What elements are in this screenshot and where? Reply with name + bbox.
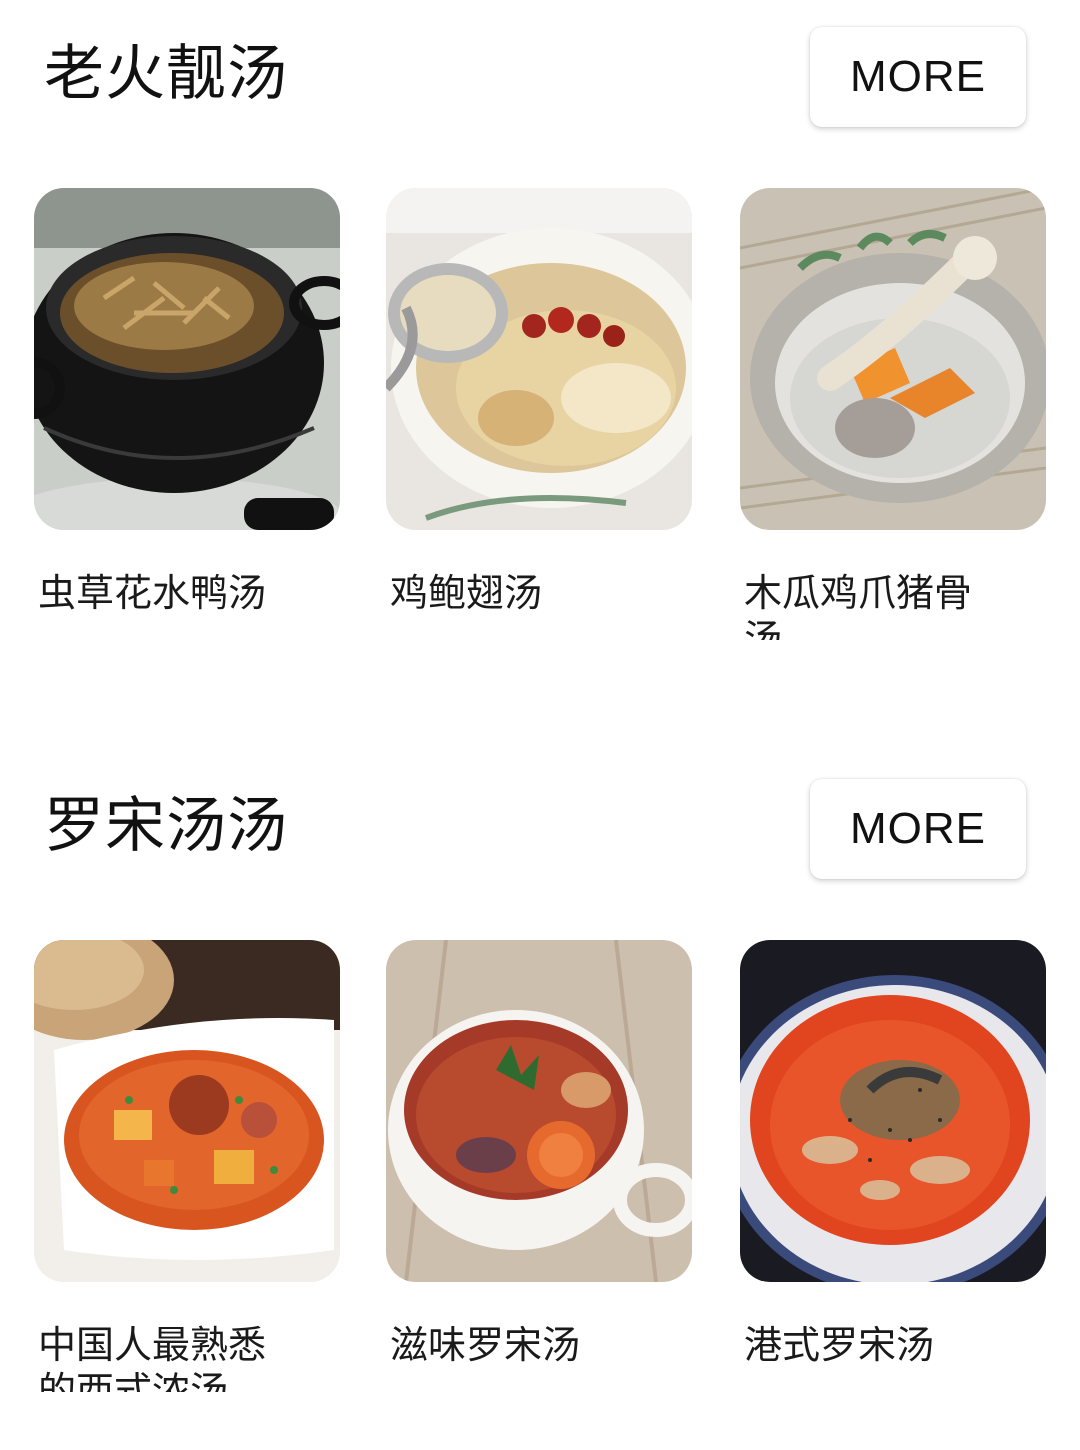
recipe-label[interactable]: 虫草花水鸭汤 — [38, 570, 288, 640]
recipe-image[interactable] — [386, 940, 692, 1282]
recipe-label[interactable]: 中国人最熟悉的西式浓汤 — [38, 1322, 288, 1392]
more-button[interactable]: MORE — [810, 27, 1026, 127]
section-title: 罗宋汤汤 — [44, 791, 288, 861]
more-button[interactable]: MORE — [810, 779, 1026, 879]
recipe-image[interactable] — [34, 940, 340, 1282]
recipe-label[interactable]: 木瓜鸡爪猪骨汤 — [744, 570, 994, 640]
recipe-label[interactable]: 港式罗宋汤 — [744, 1322, 994, 1392]
recipe-image[interactable] — [386, 188, 692, 530]
recipe-image[interactable] — [34, 188, 340, 530]
section-title: 老火靓汤 — [44, 39, 288, 109]
recipe-image[interactable] — [740, 188, 1046, 530]
recipe-label[interactable]: 滋味罗宋汤 — [390, 1322, 640, 1392]
recipe-label[interactable]: 鸡鲍翅汤 — [390, 570, 640, 640]
recipe-image[interactable] — [740, 940, 1046, 1282]
